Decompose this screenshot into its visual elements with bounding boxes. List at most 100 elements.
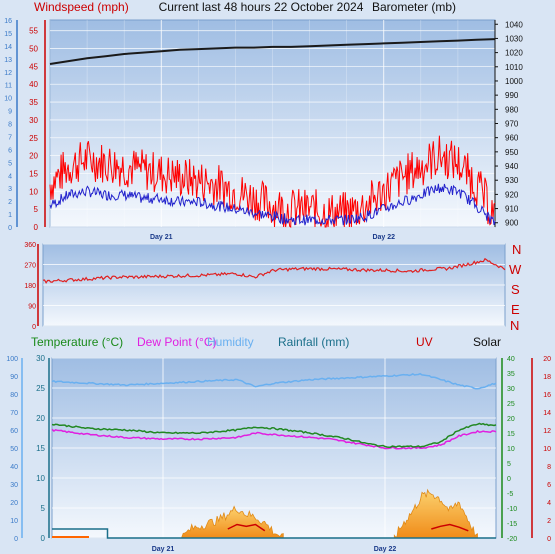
uv-tick-label: 6 [547,482,551,489]
barometer-tick-label: 980 [505,105,519,114]
barometer-tick-label: 1000 [505,77,523,86]
barometer-tick-label: 1010 [505,63,523,72]
barometer-tick-label: 900 [505,219,519,228]
compass-label-w: W [509,262,522,277]
barometer-tick-label: 970 [505,120,519,129]
wind-inner-tick-label: 3 [8,186,12,193]
humidity-tick-label: 100 [6,356,18,363]
temperature-tick-label: 10 [507,446,515,453]
wind-tick-label: 5 [34,205,39,214]
wind-inner-tick-label: 5 [8,160,12,167]
wind-inner-tick-label: 6 [8,147,12,154]
uv-tick-label: 18 [543,374,551,381]
temperature-tick-label: 5 [507,461,511,468]
direction-tick-label: 180 [24,283,36,290]
wind-inner-tick-label: 15 [4,31,12,38]
barometer-tick-label: 950 [505,148,519,157]
humidity-tick-label: 20 [10,500,18,507]
day-label: Day 22 [374,546,397,553]
day-label: Day 22 [372,234,395,241]
compass-label-n-top: N [512,242,521,257]
wind-tick-label: 20 [29,152,38,161]
humidity-tick-label: 80 [10,392,18,399]
temperature-panel: 0510152025300102030405060708090100-20-15… [6,354,551,553]
wind-tick-label: 30 [29,116,38,125]
wind-inner-tick-label: 9 [8,109,12,116]
wind-inner-tick-label: 11 [5,83,12,90]
direction-tick-label: 270 [24,263,36,270]
barometer-tick-label: 1030 [505,34,523,43]
rainfall-tick-label: 15 [36,444,45,453]
barometer-axis-title: Barometer (mb) [372,0,456,14]
weather-charts: Windspeed (mph) Current last 48 hours 22… [4,0,551,553]
temperature-tick-label: -15 [507,521,517,528]
wind-inner-tick-label: 10 [4,96,12,103]
wind-inner-tick-label: 0 [8,225,12,232]
uv-tick-label: 16 [543,392,551,399]
wind-inner-tick-label: 12 [4,70,12,77]
wind-inner-tick-label: 1 [8,212,12,219]
temperature-tick-label: 40 [507,356,515,363]
uv-tick-label: 4 [547,500,551,507]
uv-tick-label: 20 [543,356,551,363]
temperature-tick-label: 25 [507,401,515,408]
uv-tick-label: 10 [543,446,551,453]
barometer-tick-label: 990 [505,91,519,100]
wind-tick-label: 40 [29,80,38,89]
temperature-tick-label: 20 [507,416,515,423]
wind-tick-label: 45 [29,62,38,71]
rainfall-tick-label: 0 [41,534,46,543]
temperature-tick-label: -10 [507,506,517,513]
humidity-tick-label: 30 [10,482,18,489]
wind-barometer-panel: 0510152025303540455055012345678910111213… [4,18,523,241]
rainfall-tick-label: 30 [36,354,45,363]
wind-inner-tick-label: 14 [4,44,12,51]
chart-title: Current last 48 hours 22 October 2024 [159,0,364,14]
humidity-tick-label: 40 [10,464,18,471]
compass-label-n-bottom: N [510,318,519,333]
day-label: Day 21 [150,234,173,241]
wind-tick-label: 15 [29,169,38,178]
wind-inner-tick-label: 16 [4,18,12,25]
dew-point-legend: Dew Point (°C) [137,335,216,349]
temperature-legend: Temperature (°C) [31,335,123,349]
wind-tick-label: 10 [29,187,38,196]
barometer-tick-label: 930 [505,176,519,185]
rainfall-legend: Rainfall (mm) [278,335,349,349]
humidity-tick-label: 50 [10,446,18,453]
compass-label-s: S [511,282,520,297]
barometer-tick-label: 1040 [505,20,523,29]
barometer-tick-label: 960 [505,134,519,143]
rainfall-tick-label: 10 [36,474,45,483]
barometer-tick-label: 1020 [505,49,523,58]
wind-inner-tick-label: 2 [8,199,12,206]
wind-tick-label: 55 [29,27,38,36]
wind-direction-panel: 0 90 180 270 360 N W S E N [24,242,522,333]
rainfall-tick-label: 20 [36,414,45,423]
wind-tick-label: 25 [29,134,38,143]
compass-label-e: E [511,302,520,317]
day-label: Day 21 [152,546,175,553]
temperature-tick-label: -20 [507,536,517,543]
wind-inner-tick-label: 7 [8,134,12,141]
barometer-tick-label: 910 [505,205,519,214]
barometer-tick-label: 920 [505,190,519,199]
solar-legend: Solar [473,335,501,349]
rainfall-tick-label: 5 [41,504,46,513]
temperature-tick-label: 15 [507,431,515,438]
temperature-tick-label: -5 [507,491,513,498]
wind-tick-label: 35 [29,98,38,107]
uv-legend: UV [416,335,433,349]
humidity-tick-label: 60 [10,428,18,435]
humidity-tick-label: 10 [10,518,18,525]
uv-tick-label: 0 [547,536,551,543]
barometer-tick-label: 940 [505,162,519,171]
humidity-tick-label: 70 [10,410,18,417]
wind-inner-tick-label: 4 [8,173,12,180]
temperature-tick-label: 30 [507,386,515,393]
wind-inner-tick-label: 8 [8,122,12,129]
temperature-tick-label: 0 [507,476,511,483]
wind-tick-label: 50 [29,45,38,54]
direction-tick-label: 360 [24,242,36,249]
uv-tick-label: 8 [547,464,551,471]
